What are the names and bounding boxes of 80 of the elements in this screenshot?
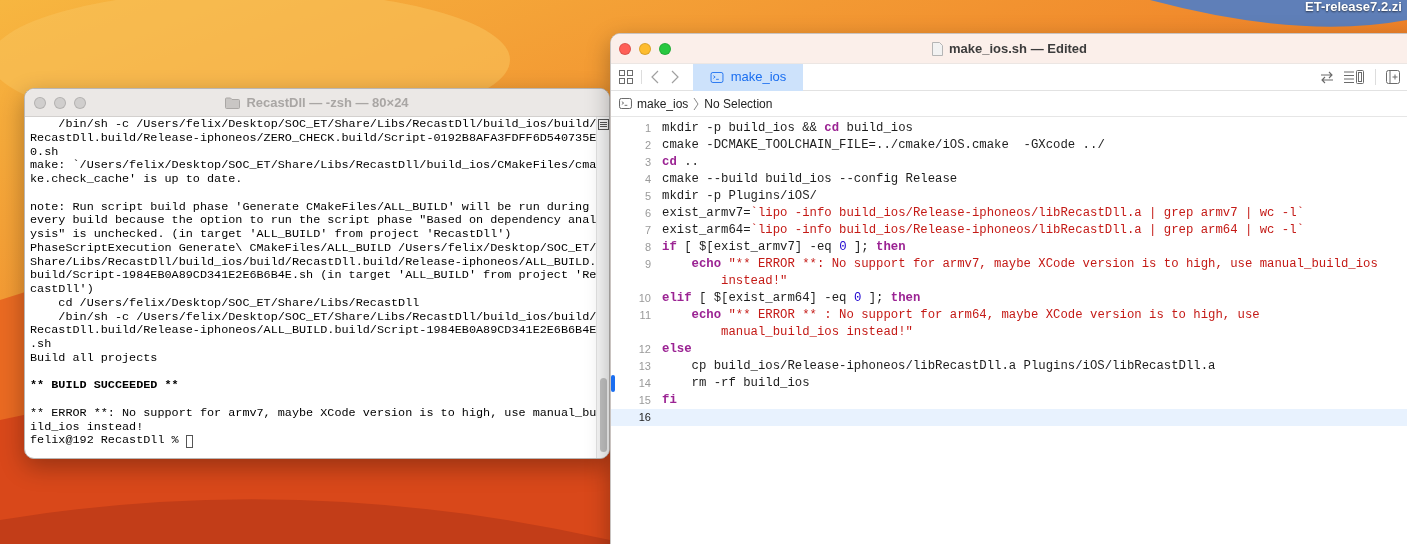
terminal-line: make: `/Users/felix/Desktop/SOC_ET/Share/Libs/RecastDll/build_ios/CMakeFiles/cma bbox=[30, 159, 597, 173]
terminal-line: /bin/sh -c /Users/felix/Desktop/SOC_ET/Share/Libs/RecastDll/build_ios/build/ bbox=[57, 118, 597, 132]
line-number: 14 bbox=[638, 376, 651, 391]
terminal-line: Build all projects bbox=[30, 351, 158, 366]
breadcrumb-item[interactable]: No Selection bbox=[704, 94, 773, 113]
terminal-icon bbox=[709, 71, 724, 83]
terminal-line: note: Run script build phase 'Generate CMakeFiles/ALL_BUILD' will be run during bbox=[30, 200, 590, 215]
terminal-line: PhaseScriptExecution Generate\ CMakeFiles/ALL_BUILD /Users/felix/Desktop/SOC_ET/ bbox=[30, 241, 597, 256]
terminal-icon bbox=[619, 98, 632, 109]
code-line: mkdir -p build_ios && cd build_ios bbox=[662, 120, 913, 137]
code-line: fi bbox=[662, 392, 677, 409]
window-title: RecastDll — -zsh — 80×24 bbox=[246, 94, 409, 113]
editor-tab[interactable]: make_ios bbox=[693, 63, 803, 91]
close-button[interactable] bbox=[619, 42, 631, 55]
line-number: 10 bbox=[638, 291, 651, 306]
terminal-line: .sh bbox=[30, 338, 52, 352]
line-number: 5 bbox=[644, 189, 651, 204]
terminal-line: ild_ios instead! bbox=[30, 420, 144, 435]
code-line: exist_arm64=`lipo -info build_ios/Release-iphoneos/libRecastDll.a | grep arm64 | wc -l` bbox=[662, 222, 1304, 239]
terminal-line: castDll') bbox=[30, 283, 94, 297]
line-number: 13 bbox=[638, 359, 651, 374]
terminal-line: RecastDll.build/Release-iphoneos/ZERO_CHECK.build/Script-0192B8AFA3FDFF6D540735E bbox=[30, 131, 597, 146]
terminal-line: ke.check_cache' is up to date. bbox=[30, 173, 243, 187]
code-line: echo "** ERROR **: No support for armv7, maybe XCode version is to high, use manual_build_ios bbox=[691, 256, 1378, 273]
line-number: 15 bbox=[638, 393, 651, 408]
line-number: 12 bbox=[638, 342, 651, 357]
code-line: cmake -DCMAKE_TOOLCHAIN_FILE=../cmake/iOS.cmake -GXcode ../ bbox=[662, 137, 1105, 154]
split-pane-icon[interactable] bbox=[598, 119, 609, 130]
line-number: 6 bbox=[644, 206, 651, 221]
code-line: exist_armv7=`lipo -info build_ios/Release-iphoneos/libRecastDll.a | grep armv7 | wc -l` bbox=[662, 205, 1304, 222]
terminal-line: /bin/sh -c /Users/felix/Desktop/SOC_ET/Share/Libs/RecastDll/build_ios/build/ bbox=[57, 310, 597, 325]
minimize-button[interactable] bbox=[639, 42, 651, 55]
code-line: elif [ $[exist_arm64] -eq 0 ]; then bbox=[662, 290, 921, 307]
window-title: make_ios.sh — Edited bbox=[949, 39, 1087, 58]
code-line: cp build_ios/Release-iphoneos/libRecastDll.a Plugins/iOS/libRecastDll.a bbox=[691, 358, 1216, 375]
code-line: echo "** ERROR ** : No support for arm64, maybe XCode version is to high, use bbox=[691, 307, 1260, 324]
minimize-button[interactable] bbox=[54, 96, 66, 109]
code-line: instead!" bbox=[720, 273, 788, 290]
scroll-bar[interactable] bbox=[596, 117, 609, 458]
terminal-line: ** BUILD SUCCEEDED ** bbox=[30, 379, 179, 393]
zoom-button[interactable] bbox=[659, 42, 671, 55]
code-line: cd .. bbox=[662, 154, 699, 171]
document-icon bbox=[932, 41, 943, 56]
folder-icon bbox=[225, 97, 241, 109]
swap-arrows-icon[interactable] bbox=[1320, 70, 1334, 84]
line-number: 9 bbox=[644, 257, 651, 272]
terminal-line: cd /Users/felix/Desktop/SOC_ET/Share/Libs/RecastDll bbox=[57, 296, 420, 311]
code-line: rm -rf build_ios bbox=[691, 375, 810, 392]
line-number: 4 bbox=[644, 172, 651, 187]
line-number: 16 bbox=[638, 410, 651, 425]
scroll-thumb[interactable] bbox=[600, 378, 608, 452]
inspector-icon[interactable] bbox=[1344, 70, 1364, 84]
terminal-line: 0.sh bbox=[30, 145, 59, 160]
terminal-line: RecastDll.build/Release-iphoneos/ALL_BUILD.build/Script-1984EB0A89CD341E2E6B6B4E bbox=[30, 324, 597, 338]
code-line: if [ $[exist_armv7] -eq 0 ]; then bbox=[662, 239, 906, 256]
forward-icon[interactable] bbox=[671, 70, 679, 84]
breadcrumb-item[interactable]: make_ios bbox=[637, 94, 689, 113]
code-line: cmake --build build_ios --config Release bbox=[662, 171, 958, 188]
terminal-line: build/Script-1984EB0A89CD341E2E6B6B4E.sh (in target 'ALL_BUILD' from project 'Re bbox=[30, 269, 597, 283]
line-number: 1 bbox=[644, 121, 651, 136]
line-number: 7 bbox=[644, 223, 651, 238]
code-line: else bbox=[662, 341, 692, 358]
chevron-icon bbox=[693, 96, 700, 111]
text-cursor bbox=[185, 434, 193, 448]
line-number: 2 bbox=[644, 138, 651, 153]
terminal-line: ysis" is unchecked. (in target 'ALL_BUILD' from project 'RecastDll') bbox=[30, 228, 512, 242]
code-line: mkdir -p Plugins/iOS/ bbox=[662, 188, 817, 205]
line-number: 11 bbox=[639, 308, 651, 323]
line-number: 3 bbox=[644, 155, 651, 170]
line-number: 8 bbox=[644, 240, 651, 255]
terminal-line: Share/Libs/RecastDll/build_ios/build/RecastDll.build/Release-iphoneos/ALL_BUILD. bbox=[30, 255, 597, 270]
terminal-line: every build because the option to run the script phase "Based on dependency anal bbox=[30, 214, 597, 228]
close-button[interactable] bbox=[34, 96, 46, 109]
grid-icon[interactable] bbox=[619, 70, 633, 84]
zoom-button[interactable] bbox=[74, 96, 86, 109]
code-line: manual_build_ios instead!" bbox=[720, 324, 913, 341]
terminal-line: ** ERROR **: No support for armv7, maybe XCode version is to high, use manual_bu bbox=[30, 406, 597, 421]
terminal-line: felix@192 RecastDll % bbox=[30, 434, 180, 448]
back-icon[interactable] bbox=[651, 70, 659, 84]
add-editor-icon[interactable] bbox=[1386, 70, 1400, 84]
